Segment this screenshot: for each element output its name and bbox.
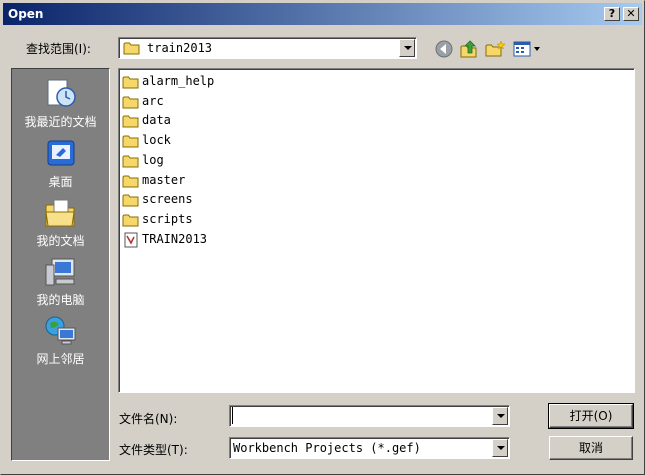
folder-icon — [122, 135, 139, 148]
folder-icon — [122, 96, 139, 109]
desktop-icon — [47, 140, 75, 166]
list-item[interactable]: log — [122, 151, 322, 169]
file-name: master — [142, 172, 186, 187]
dialog-title: Open — [8, 7, 44, 21]
view-menu-button[interactable] — [512, 39, 542, 59]
open-dialog: Open ? ✕ 查找范围(I): train2013 我最近的文档 桌面 我的… — [0, 0, 645, 475]
filetype-label: 文件类型(T): — [119, 443, 188, 457]
place-recent-documents[interactable]: 我最近的文档 — [12, 73, 109, 131]
folder-icon — [122, 115, 139, 128]
open-button[interactable]: 打开(O) — [548, 403, 634, 429]
folder-icon — [123, 42, 140, 55]
list-item[interactable]: screens — [122, 190, 322, 208]
file-name: scripts — [142, 211, 193, 226]
my-computer-icon — [45, 258, 75, 286]
network-places-icon — [45, 316, 76, 345]
place-label: 桌面 — [48, 175, 73, 189]
file-list[interactable]: alarm_helparc data lock log master screens scr… — [118, 68, 635, 393]
lookin-dropdown-button[interactable] — [399, 39, 415, 57]
folder-icon — [122, 175, 139, 187]
place-label: 网上邻居 — [36, 352, 85, 366]
folder-icon — [122, 214, 139, 227]
back-button[interactable] — [433, 39, 455, 59]
place-label: 我最近的文档 — [24, 115, 97, 129]
place-my-documents[interactable]: 我的文档 — [12, 192, 109, 250]
file-name: TRAIN2013 — [142, 231, 208, 246]
file-name: lock — [142, 133, 171, 148]
filename-combo[interactable] — [229, 405, 510, 427]
list-item[interactable]: scripts — [122, 210, 322, 228]
filename-dropdown-button[interactable] — [492, 407, 508, 425]
new-folder-icon — [485, 40, 506, 57]
place-label: 我的电脑 — [36, 293, 85, 307]
project-file-icon — [124, 232, 138, 248]
view-menu-icon — [513, 41, 540, 57]
filetype-dropdown-button[interactable] — [492, 439, 508, 457]
file-name: arc — [142, 93, 164, 108]
filename-label: 文件名(N): — [119, 412, 178, 426]
list-item[interactable]: master — [122, 171, 322, 189]
list-item[interactable]: TRAIN2013 — [122, 230, 322, 248]
cancel-button[interactable]: 取消 — [549, 436, 633, 460]
filetype-value: Workbench Projects (*.gef) — [233, 441, 421, 455]
list-item[interactable]: lock — [122, 131, 322, 149]
lookin-label: 查找范围(I): — [26, 42, 91, 56]
lookin-combo[interactable]: train2013 — [118, 37, 417, 59]
up-folder-icon — [460, 40, 477, 58]
place-network[interactable]: 网上邻居 — [12, 310, 109, 368]
my-documents-icon — [45, 199, 75, 227]
title-bar[interactable]: Open ? ✕ — [3, 3, 642, 25]
help-button[interactable]: ? — [604, 7, 620, 21]
list-item[interactable]: data — [122, 111, 322, 129]
place-desktop[interactable]: 桌面 — [12, 133, 109, 191]
folder-icon — [122, 194, 139, 207]
lookin-value: train2013 — [147, 41, 213, 55]
file-name: log — [142, 152, 164, 167]
folder-icon — [122, 155, 139, 168]
new-folder-button[interactable] — [484, 39, 506, 59]
list-item[interactable]: arc — [122, 92, 322, 110]
close-button[interactable]: ✕ — [623, 7, 639, 21]
file-name: alarm_help — [142, 74, 215, 88]
list-item[interactable]: alarm_help — [122, 72, 322, 90]
file-name: screens — [142, 192, 193, 207]
up-folder-button[interactable] — [458, 39, 480, 59]
places-bar: 我最近的文档 桌面 我的文档 我的电脑 网上邻居 — [11, 68, 110, 461]
filetype-combo[interactable]: Workbench Projects (*.gef) — [229, 437, 510, 459]
recent-documents-icon — [47, 79, 76, 107]
filename-input[interactable] — [232, 407, 490, 424]
place-label: 我的文档 — [36, 234, 85, 248]
place-my-computer[interactable]: 我的电脑 — [12, 251, 109, 309]
file-name: data — [142, 113, 171, 128]
back-icon — [435, 40, 453, 58]
folder-icon — [122, 76, 139, 89]
